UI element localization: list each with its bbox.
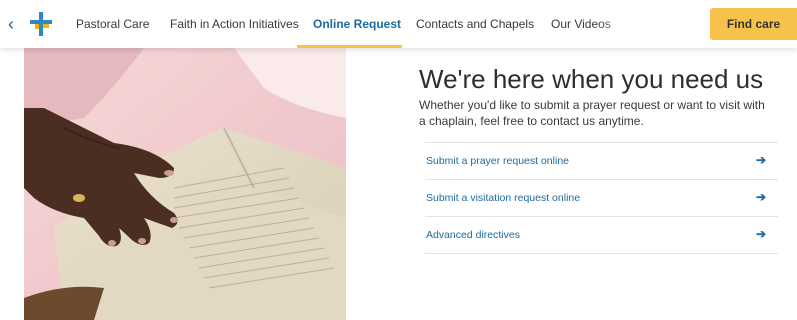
arrow-right-icon: ➔ bbox=[755, 227, 766, 241]
bible-hands-illustration bbox=[24, 48, 346, 320]
active-tab-indicator bbox=[297, 45, 402, 48]
ring-icon bbox=[73, 194, 85, 202]
visitation-request-link[interactable]: Submit a visitation request online ➔ bbox=[425, 180, 778, 217]
nav-item-pastoral-care[interactable]: Pastoral Care bbox=[76, 17, 149, 31]
nav-item-faith-in-action[interactable]: Faith in Action Initiatives bbox=[170, 17, 299, 31]
chevron-left-icon[interactable]: ‹ bbox=[4, 15, 18, 33]
arrow-right-icon: ➔ bbox=[755, 153, 766, 167]
cross-logo-icon[interactable] bbox=[30, 12, 52, 36]
link-label: Submit a visitation request online bbox=[426, 192, 581, 204]
advanced-directives-link[interactable]: Advanced directives ➔ bbox=[425, 217, 778, 254]
page-title: We're here when you need us bbox=[419, 64, 764, 94]
arrow-right-icon: ➔ bbox=[755, 190, 766, 204]
request-links-list: Submit a prayer request online ➔ Submit … bbox=[425, 142, 778, 254]
link-label: Submit a prayer request online bbox=[426, 155, 569, 167]
nav-item-contacts-chapels[interactable]: Contacts and Chapels bbox=[416, 17, 534, 31]
link-label: Advanced directives bbox=[426, 229, 520, 241]
nav-item-our-videos[interactable]: Our Videos bbox=[551, 17, 611, 31]
intro-text: Whether you'd like to submit a prayer re… bbox=[419, 98, 765, 128]
top-navigation: ‹ Pastoral Care Faith in Action Initiati… bbox=[0, 0, 797, 48]
prayer-request-link[interactable]: Submit a prayer request online ➔ bbox=[425, 143, 778, 180]
hero-image bbox=[24, 48, 346, 320]
nav-item-online-request[interactable]: Online Request bbox=[313, 17, 401, 31]
find-care-button[interactable]: Find care bbox=[710, 8, 797, 40]
